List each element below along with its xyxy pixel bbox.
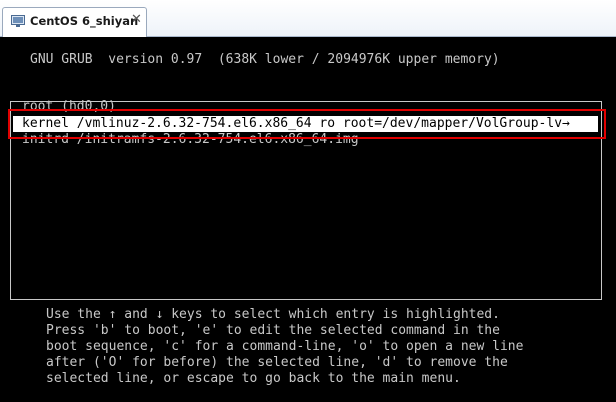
- annotation-highlight-box: [8, 109, 606, 139]
- help-line: boot sequence, 'c' for a command-line, '…: [46, 339, 524, 354]
- help-line: after ('O' for before) the selected line…: [46, 355, 508, 370]
- tab-centos-vm[interactable]: CentOS 6_shiyan ✕: [2, 7, 147, 37]
- help-line: Use the ↑ and ↓ keys to select which ent…: [46, 307, 500, 322]
- help-line: selected line, or escape to go back to t…: [46, 371, 461, 386]
- grub-help-text: Use the ↑ and ↓ keys to select which ent…: [46, 307, 523, 387]
- tab-title: CentOS 6_shiyan: [30, 14, 139, 28]
- grub-console[interactable]: GNU GRUB version 0.97 (638K lower / 2094…: [0, 37, 616, 402]
- vm-icon: [11, 15, 25, 27]
- close-icon[interactable]: ✕: [131, 12, 142, 27]
- help-line: Press 'b' to boot, 'e' to edit the selec…: [46, 323, 500, 338]
- grub-header: GNU GRUB version 0.97 (638K lower / 2094…: [30, 52, 500, 67]
- vm-tab-bar: CentOS 6_shiyan ✕: [0, 0, 616, 37]
